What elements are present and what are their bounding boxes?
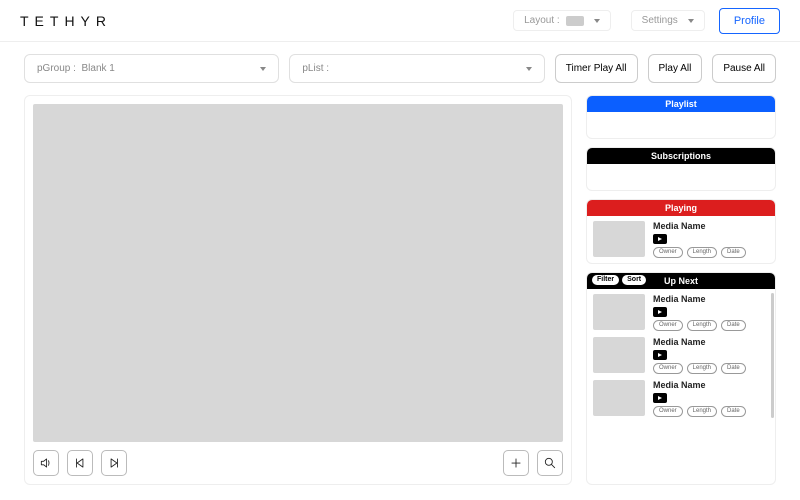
next-button[interactable] — [101, 450, 127, 476]
side-column: Playlist Subscriptions Playing Media Nam… — [586, 95, 776, 485]
settings-label: Settings — [642, 15, 678, 26]
subscriptions-body — [587, 164, 775, 190]
playing-body: Media Name Owner Length Date — [587, 216, 775, 263]
badge-row: Owner Length Date — [653, 247, 769, 258]
badge-owner: Owner — [653, 247, 683, 258]
search-button[interactable] — [537, 450, 563, 476]
badge-date: Date — [721, 320, 746, 331]
badge-owner: Owner — [653, 363, 683, 374]
layout-swatch-icon — [566, 16, 584, 26]
player-panel — [24, 95, 572, 485]
media-thumbnail — [593, 294, 645, 330]
layout-label: Layout : — [524, 15, 560, 26]
add-button[interactable] — [503, 450, 529, 476]
scrollbar[interactable] — [771, 293, 774, 418]
media-thumbnail — [593, 337, 645, 373]
subscriptions-panel: Subscriptions — [586, 147, 776, 191]
pgroup-text: pGroup : Blank 1 — [37, 63, 115, 74]
profile-button[interactable]: Profile — [719, 8, 780, 34]
upnext-item[interactable]: Media Name Owner Length Date — [593, 294, 769, 331]
app-header: TETHYR Layout : Settings Profile — [0, 0, 800, 42]
playlist-body — [587, 112, 775, 138]
prev-button[interactable] — [67, 450, 93, 476]
chevron-down-icon — [594, 19, 600, 23]
badge-date: Date — [721, 363, 746, 374]
media-title: Media Name — [653, 294, 769, 304]
video-viewport[interactable] — [33, 104, 563, 442]
badge-date: Date — [721, 406, 746, 417]
upnext-item[interactable]: Media Name Owner Length Date — [593, 337, 769, 374]
chevron-down-icon — [260, 67, 266, 71]
play-icon[interactable] — [653, 307, 667, 317]
timer-play-all-button[interactable]: Timer Play All — [555, 54, 638, 83]
skip-forward-icon — [107, 456, 121, 470]
badge-length: Length — [687, 406, 717, 417]
play-icon[interactable] — [653, 350, 667, 360]
upnext-header: Filter Sort Up Next — [587, 273, 775, 289]
chevron-down-icon — [688, 19, 694, 23]
media-title: Media Name — [653, 337, 769, 347]
sort-button[interactable]: Sort — [622, 275, 646, 285]
play-icon[interactable] — [653, 393, 667, 403]
pause-all-button[interactable]: Pause All — [712, 54, 776, 83]
playlist-panel: Playlist — [586, 95, 776, 139]
brand-logo: TETHYR — [20, 13, 112, 29]
search-icon — [543, 456, 557, 470]
playlist-header: Playlist — [587, 96, 775, 112]
badge-length: Length — [687, 320, 717, 331]
upnext-panel: Filter Sort Up Next Media Name Owner Len… — [586, 272, 776, 485]
player-controls — [33, 442, 563, 476]
upnext-item[interactable]: Media Name Owner Length Date — [593, 380, 769, 417]
toolbar: pGroup : Blank 1 pList : Timer Play All … — [0, 42, 800, 87]
play-icon[interactable] — [653, 234, 667, 244]
filter-button[interactable]: Filter — [592, 275, 619, 285]
volume-icon — [39, 456, 53, 470]
badge-length: Length — [687, 363, 717, 374]
plist-text: pList : — [302, 63, 331, 74]
play-all-button[interactable]: Play All — [648, 54, 703, 83]
playing-header: Playing — [587, 200, 775, 216]
subscriptions-header: Subscriptions — [587, 148, 775, 164]
media-title: Media Name — [653, 221, 769, 231]
media-thumbnail — [593, 221, 645, 257]
pgroup-select[interactable]: pGroup : Blank 1 — [24, 54, 279, 83]
badge-date: Date — [721, 247, 746, 258]
badge-owner: Owner — [653, 406, 683, 417]
badge-owner: Owner — [653, 320, 683, 331]
settings-select[interactable]: Settings — [631, 10, 705, 31]
upnext-title: Up Next — [664, 276, 698, 286]
playing-item[interactable]: Media Name Owner Length Date — [593, 221, 769, 258]
volume-button[interactable] — [33, 450, 59, 476]
chevron-down-icon — [526, 67, 532, 71]
media-title: Media Name — [653, 380, 769, 390]
playing-panel: Playing Media Name Owner Length Date — [586, 199, 776, 264]
media-thumbnail — [593, 380, 645, 416]
upnext-body: Media Name Owner Length Date Media Name — [587, 289, 775, 422]
plist-select[interactable]: pList : — [289, 54, 544, 83]
layout-select[interactable]: Layout : — [513, 10, 611, 31]
skip-back-icon — [73, 456, 87, 470]
plus-icon — [509, 456, 523, 470]
badge-length: Length — [687, 247, 717, 258]
main-area: Playlist Subscriptions Playing Media Nam… — [0, 87, 800, 497]
